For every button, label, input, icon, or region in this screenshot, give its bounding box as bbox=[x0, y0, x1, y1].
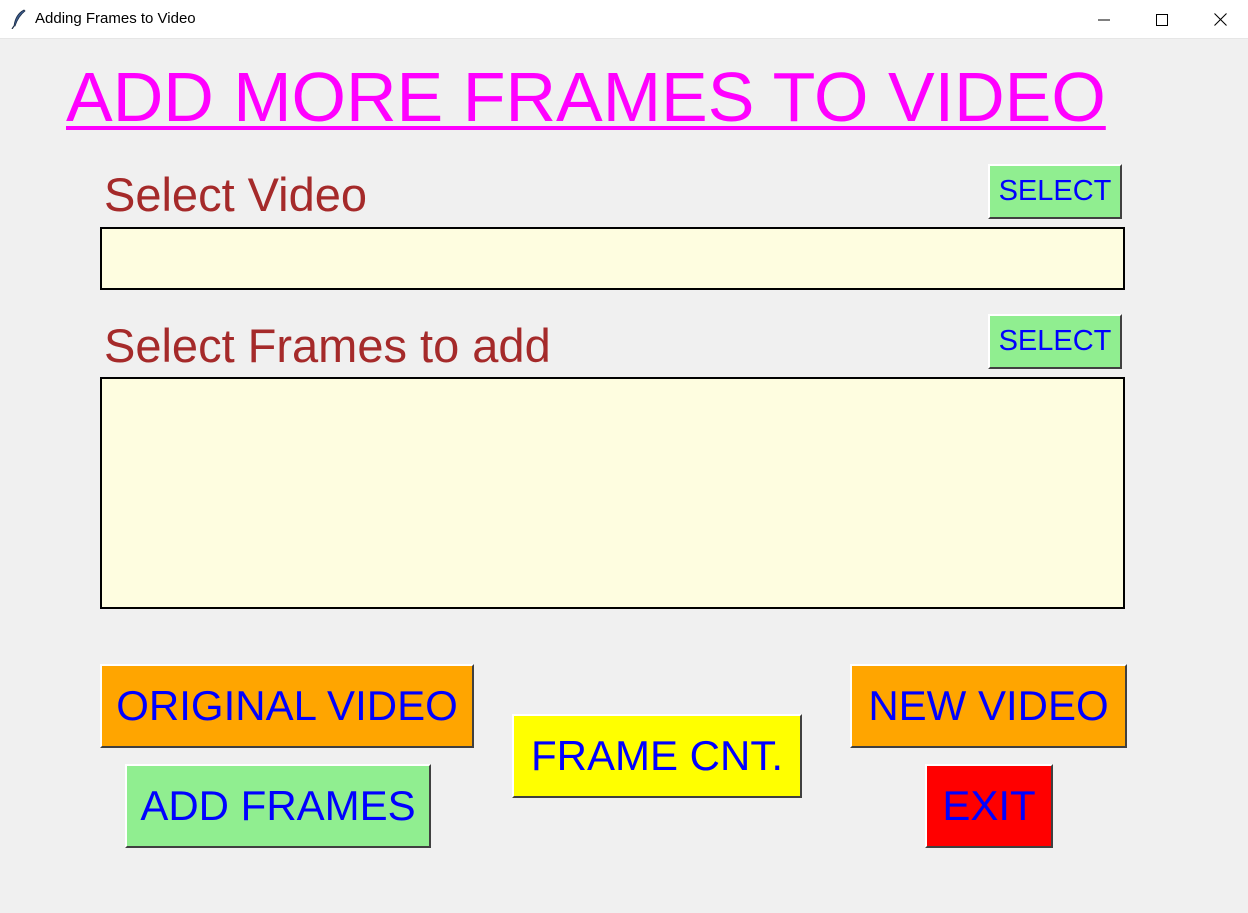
video-path-field[interactable] bbox=[100, 227, 1125, 290]
minimize-icon bbox=[1098, 19, 1110, 20]
feather-icon bbox=[10, 9, 28, 30]
close-icon bbox=[1213, 13, 1227, 26]
select-frames-label: Select Frames to add bbox=[104, 319, 551, 372]
app-window: Adding Frames to Video ADD MORE FRAMES T… bbox=[0, 0, 1248, 913]
add-frames-button[interactable]: ADD FRAMES bbox=[125, 764, 431, 848]
close-button[interactable] bbox=[1191, 0, 1248, 39]
page-title: ADD MORE FRAMES TO VIDEO bbox=[66, 58, 1106, 136]
window-title: Adding Frames to Video bbox=[35, 10, 196, 27]
original-video-button[interactable]: ORIGINAL VIDEO bbox=[100, 664, 474, 748]
new-video-button[interactable]: NEW VIDEO bbox=[850, 664, 1127, 748]
frame-count-button[interactable]: FRAME CNT. bbox=[512, 714, 802, 798]
minimize-button[interactable] bbox=[1075, 0, 1133, 39]
select-video-button[interactable]: SELECT bbox=[988, 164, 1122, 219]
select-frames-button[interactable]: SELECT bbox=[988, 314, 1122, 369]
maximize-button[interactable] bbox=[1133, 0, 1191, 39]
exit-button[interactable]: EXIT bbox=[925, 764, 1053, 848]
frames-list-field[interactable] bbox=[100, 377, 1125, 609]
title-bar: Adding Frames to Video bbox=[0, 0, 1248, 39]
select-video-label: Select Video bbox=[104, 168, 368, 221]
maximize-icon bbox=[1156, 13, 1168, 26]
